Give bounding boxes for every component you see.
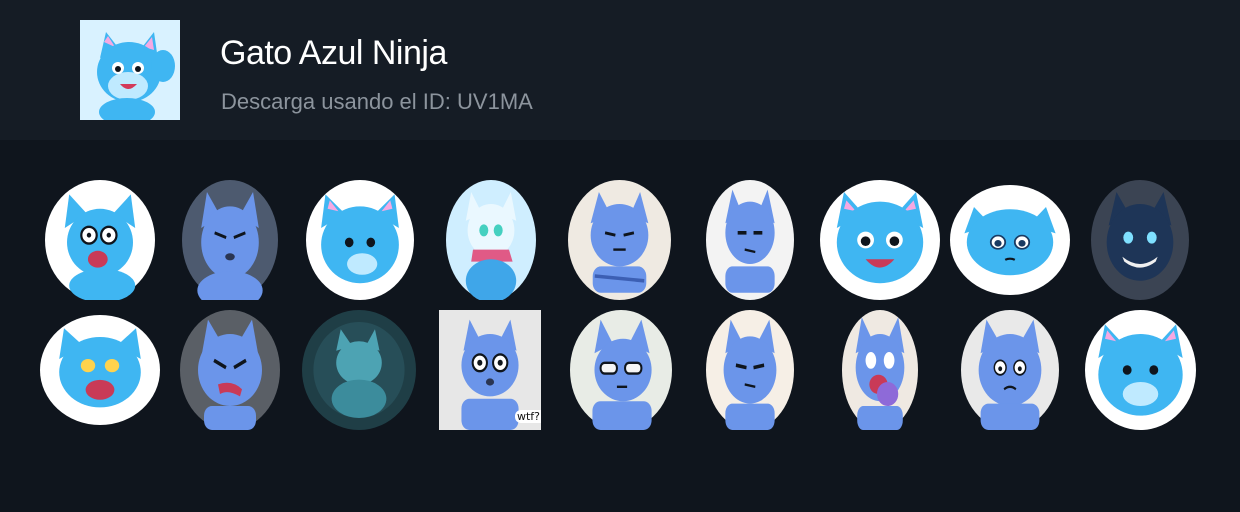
sticker-12[interactable] — [302, 310, 416, 430]
sticker-5[interactable] — [568, 180, 671, 300]
cat-dark-grin-sticker — [1091, 180, 1189, 300]
sticker-7[interactable] — [820, 180, 940, 300]
sticker-14[interactable] — [570, 310, 672, 430]
sticker-6[interactable] — [706, 180, 794, 300]
sticker-16[interactable] — [842, 310, 918, 430]
cat-arms-crossed-unimpressed-sticker — [706, 180, 794, 300]
cat-winter-scarf-sticker — [446, 180, 536, 300]
cat-arms-crossed-sticker — [568, 180, 671, 300]
sticker-13[interactable]: wtf?! — [439, 310, 541, 430]
blue-cat-waving-icon — [80, 20, 180, 120]
cat-surprised-glasses-sticker — [45, 180, 155, 300]
sticker-9[interactable] — [1091, 180, 1189, 300]
sticker-grid: wtf?! — [0, 140, 1240, 512]
wtf-caption: wtf?! — [515, 410, 541, 423]
cat-happy-smile-sticker — [820, 180, 940, 300]
sticker-2[interactable] — [182, 180, 278, 300]
cat-sunglasses-sticker — [570, 310, 672, 430]
pack-header: Gato Azul Ninja Descarga usando el ID: U… — [0, 0, 1240, 140]
sticker-1[interactable] — [45, 180, 155, 300]
sticker-15[interactable] — [706, 310, 794, 430]
cat-angry-yell-sticker — [180, 310, 280, 430]
cat-worried-sticker — [961, 310, 1059, 430]
cat-teary-eyes-sticker — [950, 185, 1070, 295]
cat-shouting-star-eyes-sticker — [40, 315, 160, 425]
pack-download-id: Descarga usando el ID: UV1MA — [221, 89, 533, 114]
sticker-10[interactable] — [40, 315, 160, 425]
sticker-8[interactable] — [950, 185, 1070, 295]
pack-title: Gato Azul Ninja — [220, 34, 447, 72]
cat-annoyed-sticker — [182, 180, 278, 300]
cat-suspicious-sticker — [706, 310, 794, 430]
cat-neutral-face-sticker — [306, 180, 414, 300]
pack-thumbnail — [80, 20, 180, 120]
cat-cute-smile-sticker — [1085, 310, 1196, 430]
sticker-11[interactable] — [180, 310, 280, 430]
sticker-18[interactable] — [1085, 310, 1196, 430]
cat-dark-teal-scene-sticker — [302, 310, 416, 430]
cat-crying-covering-mouth-sticker — [842, 310, 918, 430]
sticker-17[interactable] — [961, 310, 1059, 430]
sticker-4[interactable] — [446, 180, 536, 300]
sticker-3[interactable] — [306, 180, 414, 300]
